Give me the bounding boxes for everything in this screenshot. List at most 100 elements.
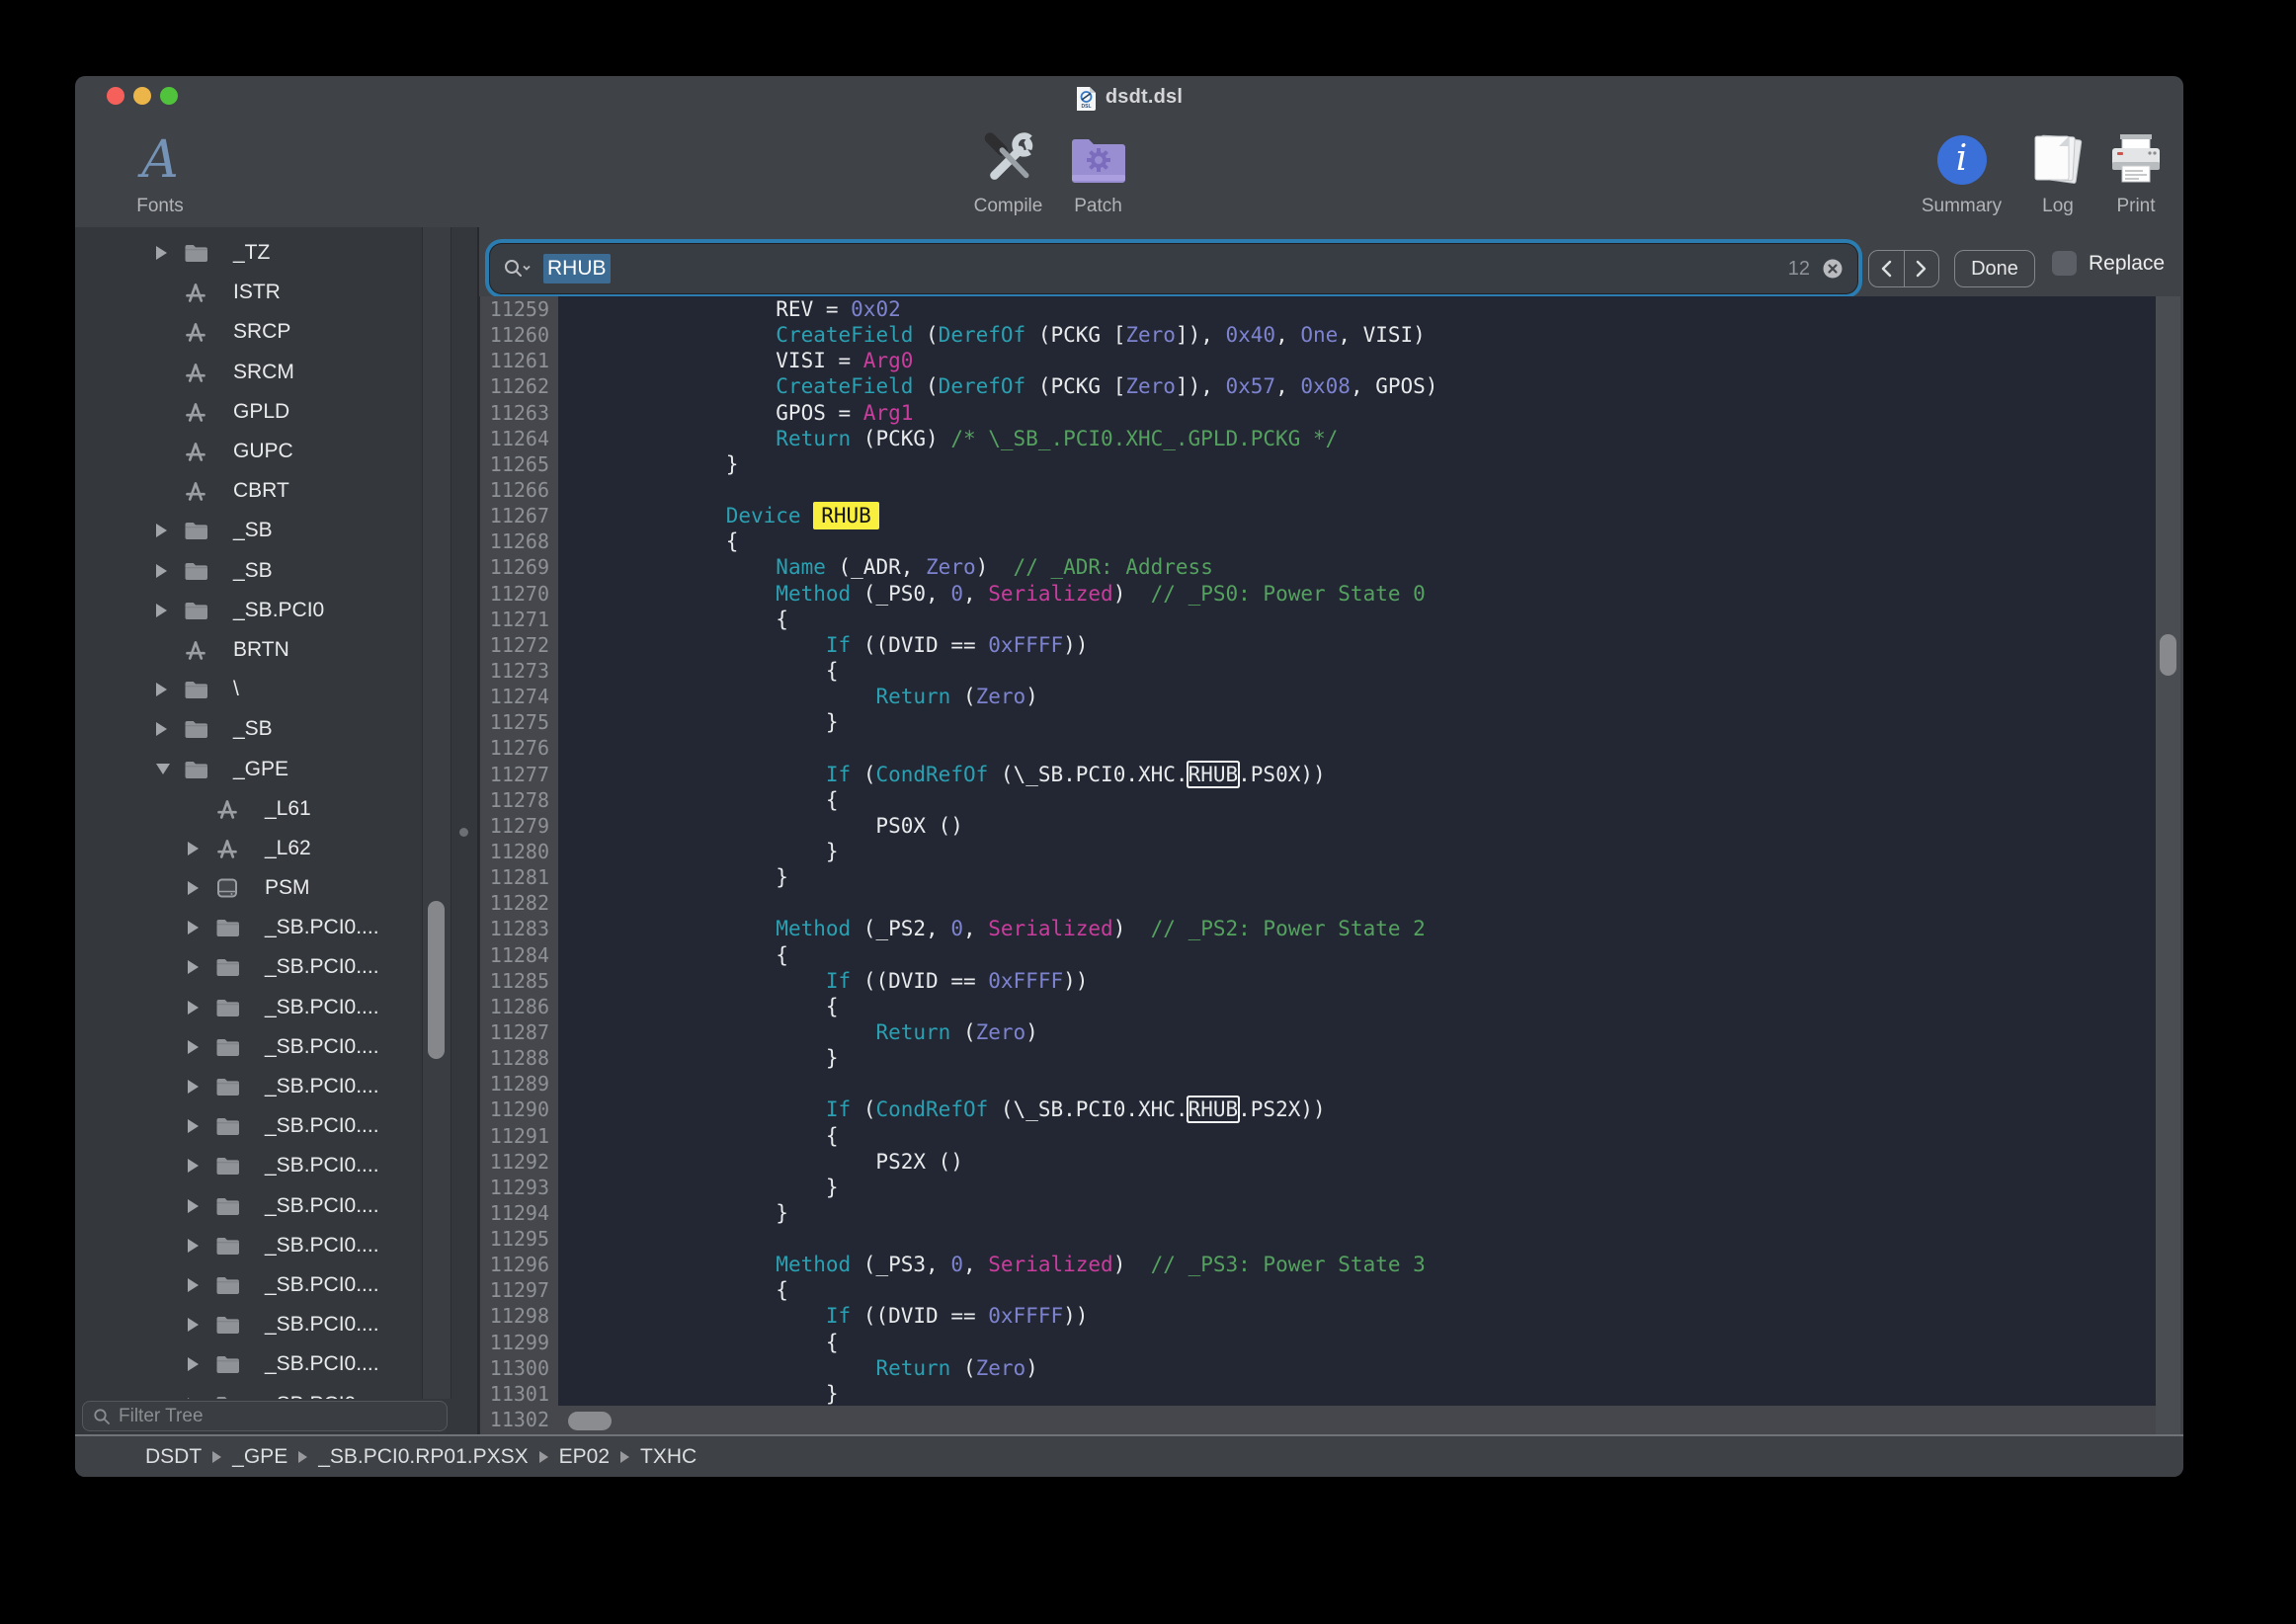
print-button[interactable]: Print bbox=[2101, 119, 2171, 221]
line-number: 11267 bbox=[480, 503, 558, 528]
tree-item[interactable]: _SB bbox=[75, 511, 422, 550]
tree-item-label: _SB.PCI0.... bbox=[265, 996, 379, 1019]
line-number: 11300 bbox=[480, 1355, 558, 1381]
tree-item[interactable]: GPLD bbox=[75, 392, 422, 432]
disclosure-closed-icon[interactable] bbox=[188, 881, 213, 895]
disclosure-closed-icon[interactable] bbox=[188, 921, 213, 934]
folder-icon bbox=[182, 558, 209, 584]
window-title-group: DSL dsdt.dsl bbox=[75, 76, 2183, 119]
disclosure-closed-icon[interactable] bbox=[188, 1199, 213, 1213]
editor-hscrollbar-track[interactable] bbox=[558, 1406, 2156, 1434]
search-icon bbox=[93, 1408, 111, 1425]
tree-item[interactable]: _SB.PCI0.... bbox=[75, 988, 422, 1027]
disclosure-open-icon[interactable] bbox=[156, 764, 182, 774]
tree-item[interactable]: _SB.PCI0 bbox=[75, 591, 422, 630]
summary-button[interactable]: i Summary bbox=[1915, 119, 2009, 221]
tree-item[interactable]: SRCP bbox=[75, 312, 422, 352]
line-number: 11264 bbox=[480, 426, 558, 451]
breadcrumb-item[interactable]: _GPE bbox=[232, 1445, 287, 1469]
tree-item[interactable]: CBRT bbox=[75, 471, 422, 511]
disclosure-closed-icon[interactable] bbox=[188, 1357, 213, 1371]
line-number: 11279 bbox=[480, 813, 558, 839]
disclosure-closed-icon[interactable] bbox=[156, 246, 182, 260]
disclosure-closed-icon[interactable] bbox=[188, 1080, 213, 1094]
tree-item[interactable]: _SB.PCI0.... bbox=[75, 1027, 422, 1067]
tree-item[interactable]: _L61 bbox=[75, 789, 422, 829]
folder-icon bbox=[182, 240, 209, 266]
previous-match-button[interactable] bbox=[1869, 251, 1905, 286]
tree-item[interactable]: _SB.PCI0.... bbox=[75, 1067, 422, 1106]
disclosure-closed-icon[interactable] bbox=[188, 1318, 213, 1332]
breadcrumb-item[interactable]: DSDT bbox=[145, 1445, 202, 1469]
tree-item[interactable]: _SB.PCI0.... bbox=[75, 1146, 422, 1185]
tree-item[interactable]: _SB bbox=[75, 551, 422, 591]
disclosure-closed-icon[interactable] bbox=[188, 1001, 213, 1015]
search-input[interactable]: RHUB 12 bbox=[490, 244, 1857, 293]
disclosure-closed-icon[interactable] bbox=[188, 1239, 213, 1253]
line-number: 11288 bbox=[480, 1045, 558, 1071]
disclosure-closed-icon[interactable] bbox=[156, 524, 182, 537]
log-button[interactable]: Log bbox=[2023, 119, 2092, 221]
breadcrumb-item[interactable]: EP02 bbox=[559, 1445, 610, 1469]
tree-item[interactable]: _SB.PCI0.... bbox=[75, 1265, 422, 1305]
disclosure-closed-icon[interactable] bbox=[188, 1040, 213, 1054]
sidebar-scrollbar-track[interactable] bbox=[422, 227, 451, 1399]
tree-item-label: _SB.PCI0.... bbox=[265, 1352, 379, 1376]
tree-item[interactable]: BRTN bbox=[75, 630, 422, 670]
tree-item-label: PSM bbox=[265, 876, 310, 900]
next-match-button[interactable] bbox=[1905, 251, 1939, 286]
tree-item[interactable]: _SB bbox=[75, 709, 422, 749]
tree-item[interactable]: _L62 bbox=[75, 829, 422, 868]
code-editor[interactable]: REV = 0x02 CreateField (DerefOf (PCKG [Z… bbox=[558, 296, 2156, 1406]
tree-item[interactable]: _SB.PCI0.... bbox=[75, 1106, 422, 1146]
tree-item[interactable]: _SB.PCI0.... bbox=[75, 1344, 422, 1384]
tree-item[interactable]: _SB.PCI0.... bbox=[75, 947, 422, 987]
tree-item[interactable]: _SB.PCI0.... bbox=[75, 1305, 422, 1344]
tree-item[interactable]: SRCM bbox=[75, 353, 422, 392]
breadcrumb-item[interactable]: _SB.PCI0.RP01.PXSX bbox=[318, 1445, 528, 1469]
disclosure-closed-icon[interactable] bbox=[188, 1119, 213, 1133]
tree-item[interactable]: _SB.PCI0.... bbox=[75, 908, 422, 947]
disclosure-closed-icon[interactable] bbox=[156, 722, 182, 736]
tree-item[interactable]: PSM bbox=[75, 868, 422, 908]
done-button[interactable]: Done bbox=[1954, 250, 2035, 287]
disclosure-closed-icon[interactable] bbox=[188, 842, 213, 855]
line-number: 11296 bbox=[480, 1252, 558, 1277]
disclosure-closed-icon[interactable] bbox=[188, 1278, 213, 1292]
tree-item[interactable]: ISTR bbox=[75, 273, 422, 312]
breadcrumb-separator-icon bbox=[620, 1451, 629, 1463]
patch-button[interactable]: Patch bbox=[1051, 119, 1145, 221]
splitter-handle[interactable] bbox=[459, 828, 468, 837]
tree-item[interactable]: _SB.PCI0.... bbox=[75, 1384, 422, 1399]
tree-item[interactable]: _GPE bbox=[75, 749, 422, 788]
filter-tree-input[interactable]: Filter Tree bbox=[82, 1401, 448, 1431]
tree-item[interactable]: _TZ bbox=[75, 233, 422, 273]
search-menu-icon[interactable] bbox=[504, 259, 533, 279]
clear-search-button[interactable] bbox=[1822, 258, 1844, 280]
disclosure-closed-icon[interactable] bbox=[156, 564, 182, 578]
disclosure-closed-icon[interactable] bbox=[156, 604, 182, 617]
editor-vscrollbar-thumb[interactable] bbox=[2160, 634, 2176, 676]
fonts-button[interactable]: A Fonts bbox=[126, 119, 194, 221]
code-line: REV = 0x02 bbox=[558, 296, 2156, 322]
tree-item[interactable]: GUPC bbox=[75, 432, 422, 471]
line-number: 11271 bbox=[480, 607, 558, 632]
disclosure-closed-icon[interactable] bbox=[188, 960, 213, 974]
replace-checkbox[interactable] bbox=[2052, 251, 2077, 276]
disclosure-closed-icon[interactable] bbox=[156, 683, 182, 696]
symbol-tree[interactable]: _TZISTRSRCPSRCMGPLDGUPCCBRT_SB_SB_SB.PCI… bbox=[75, 227, 422, 1399]
code-line bbox=[558, 890, 2156, 916]
sidebar-scrollbar-thumb[interactable] bbox=[428, 901, 445, 1059]
tree-item-label: _SB.PCI0.... bbox=[265, 1273, 379, 1297]
compile-button[interactable]: Compile bbox=[961, 119, 1055, 221]
breadcrumb-item[interactable]: TXHC bbox=[640, 1445, 697, 1469]
editor-hscrollbar-thumb[interactable] bbox=[568, 1412, 612, 1430]
tree-item[interactable]: \ bbox=[75, 670, 422, 709]
code-line: If ((DVID == 0xFFFF)) bbox=[558, 1303, 2156, 1329]
method-icon bbox=[182, 637, 209, 663]
tree-item[interactable]: _SB.PCI0.... bbox=[75, 1226, 422, 1265]
editor-vscrollbar-track[interactable] bbox=[2156, 296, 2180, 1434]
disclosure-closed-icon[interactable] bbox=[188, 1398, 213, 1399]
tree-item[interactable]: _SB.PCI0.... bbox=[75, 1186, 422, 1226]
disclosure-closed-icon[interactable] bbox=[188, 1159, 213, 1173]
